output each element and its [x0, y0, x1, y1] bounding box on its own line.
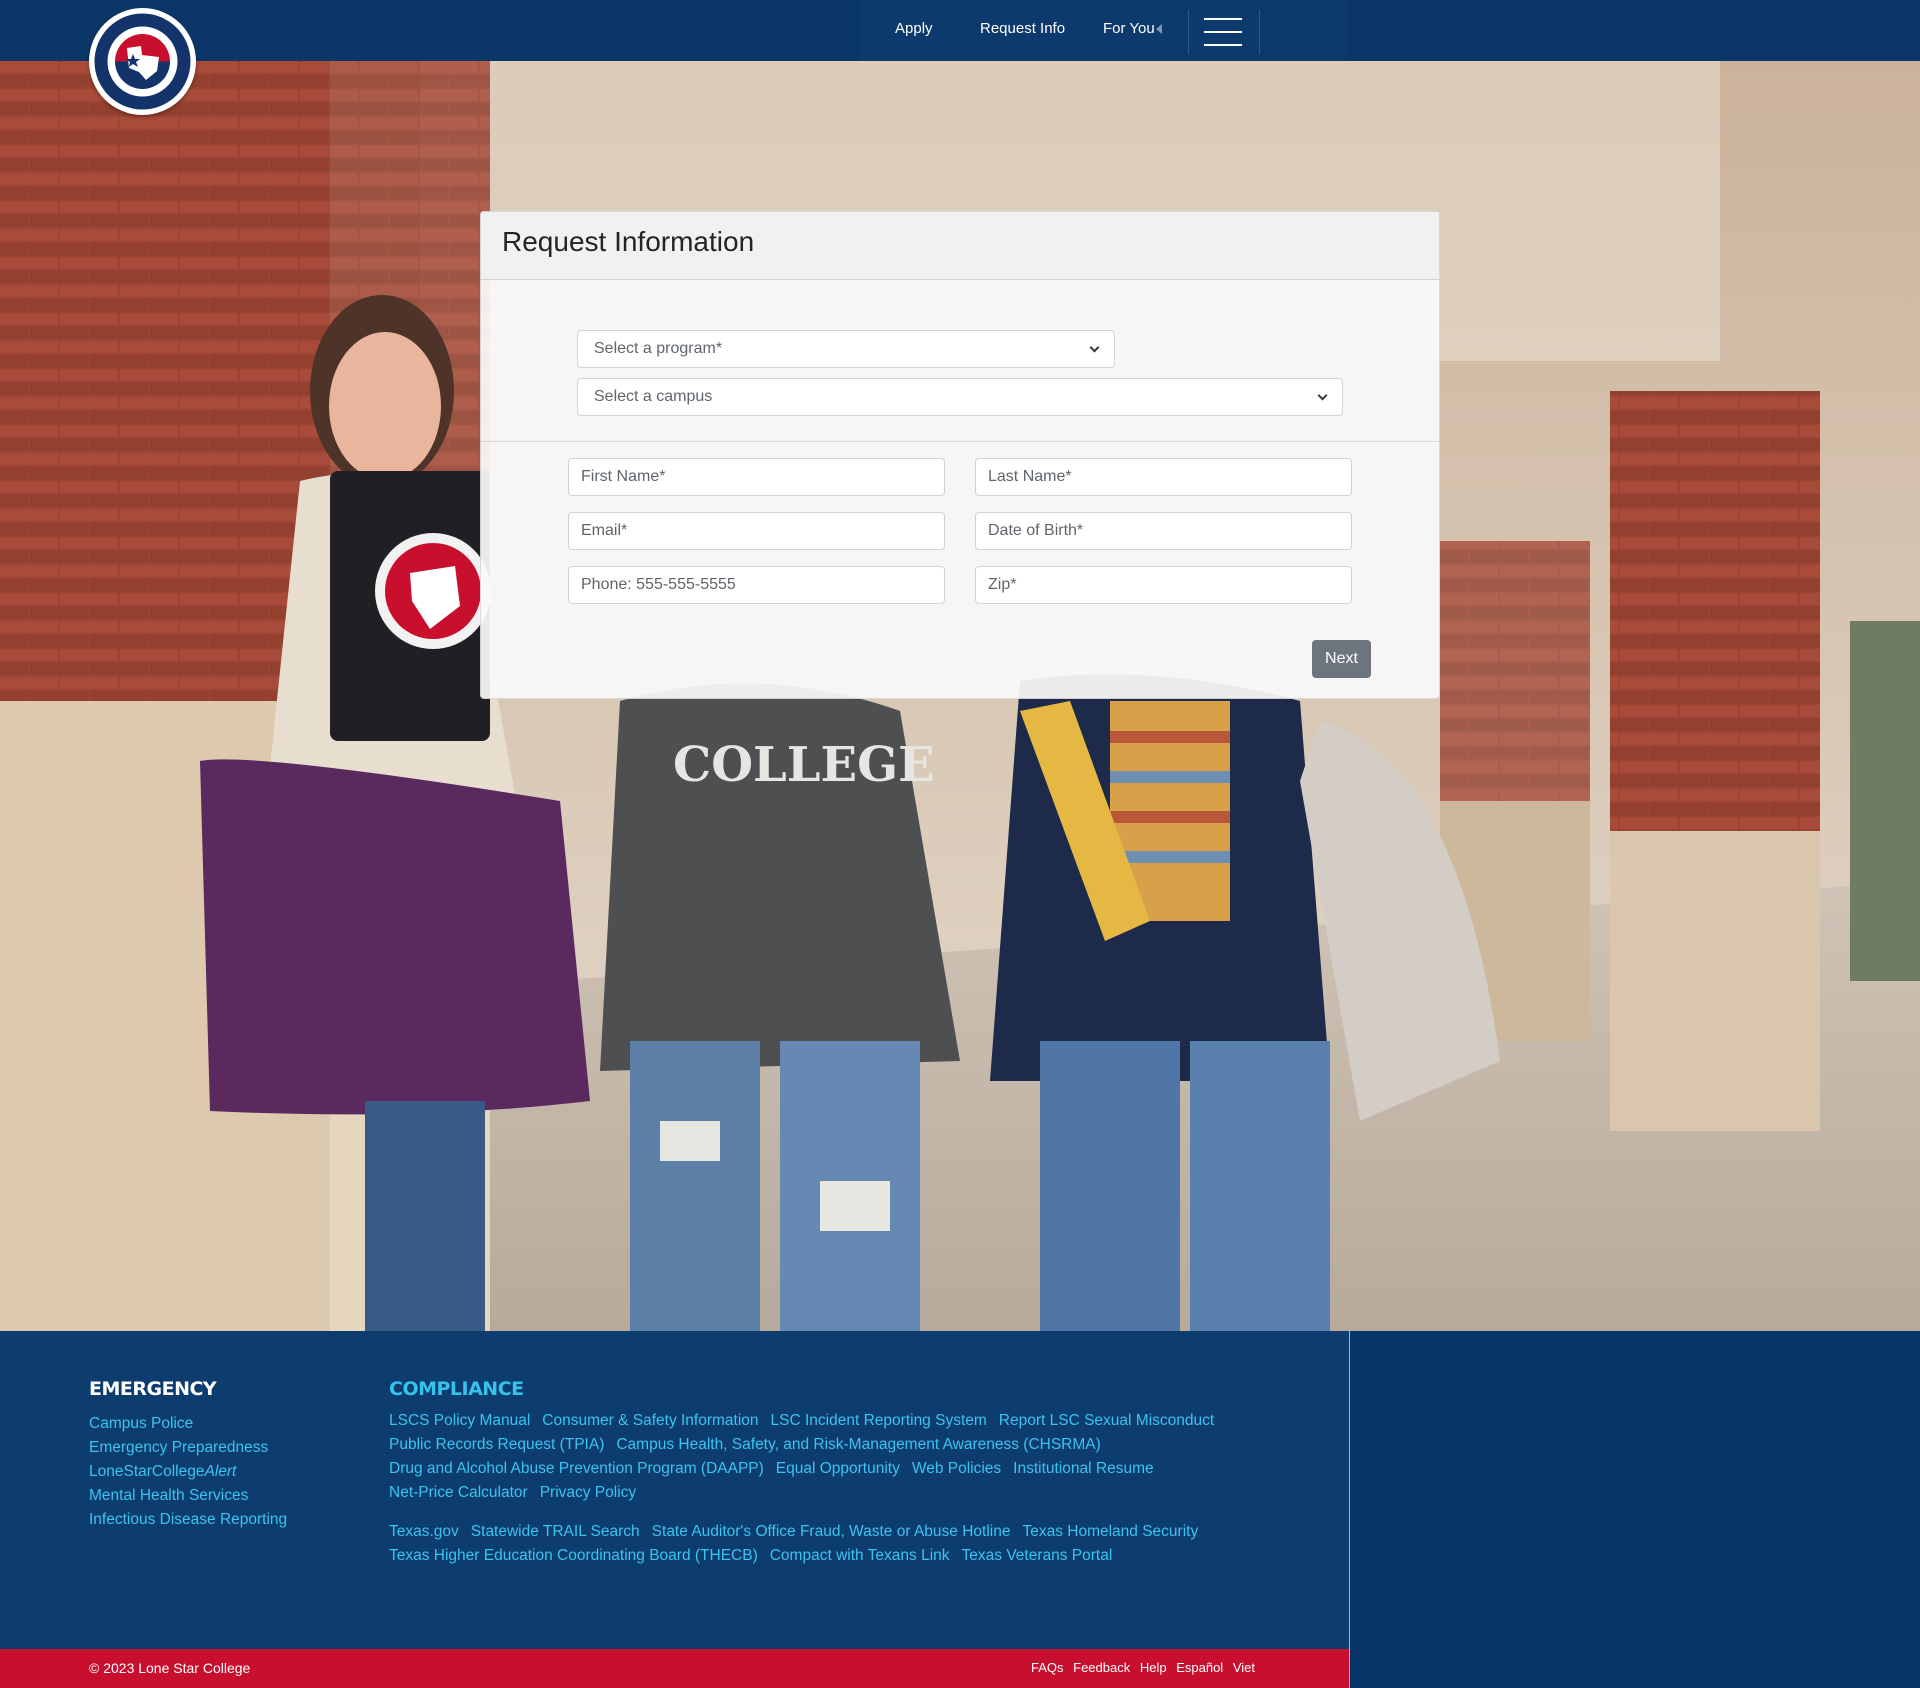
footer-link-infectious-disease[interactable]: Infectious Disease Reporting [89, 1511, 287, 1528]
date-of-birth-field[interactable]: Date of Birth* [975, 512, 1352, 550]
compliance-row: Drug and Alcohol Abuse Prevention Progra… [389, 1460, 1166, 1478]
footer-link[interactable]: Texas Homeland Security [1022, 1523, 1198, 1540]
nav-link-apply[interactable]: Apply [895, 20, 933, 37]
footer-link[interactable]: Net-Price Calculator [389, 1484, 528, 1501]
card-header: Request Information [481, 212, 1439, 280]
page-title: Request Information [502, 226, 755, 257]
bottom-link-espanol[interactable]: Español [1176, 1660, 1223, 1675]
nav-link-request-info[interactable]: Request Info [980, 20, 1065, 37]
lsc-alert-suffix: Alert [204, 1463, 237, 1480]
logo-seal-icon [91, 10, 194, 113]
bottom-link-faqs[interactable]: FAQs [1031, 1660, 1064, 1675]
footer-link[interactable]: Equal Opportunity [776, 1460, 900, 1477]
bottom-link-help[interactable]: Help [1140, 1660, 1167, 1675]
college-logo[interactable] [89, 8, 196, 115]
copyright-bar: © 2023 Lone Star College FAQs Feedback H… [0, 1649, 1349, 1688]
compliance-row: LSCS Policy Manual Consumer & Safety Info… [389, 1412, 1226, 1430]
emergency-links: Campus Police Emergency Preparedness Lon… [89, 1412, 287, 1532]
next-button[interactable]: Next [1312, 640, 1371, 678]
copyright-text: © 2023 Lone Star College [89, 1660, 251, 1676]
form-divider [481, 441, 1439, 442]
state-links-row: Texas.gov Statewide TRAIL Search State Aud… [389, 1523, 1210, 1541]
footer-link[interactable]: Texas Higher Education Coordinating Boar… [389, 1547, 758, 1564]
last-name-placeholder: Last Name* [988, 468, 1072, 485]
footer-link[interactable]: Statewide TRAIL Search [471, 1523, 640, 1540]
footer-link[interactable]: Institutional Resume [1013, 1460, 1153, 1477]
footer-link[interactable]: Campus Health, Safety, and Risk-Manageme… [616, 1436, 1100, 1453]
footer-link[interactable]: Texas.gov [389, 1523, 459, 1540]
campus-select[interactable]: Select a campus [577, 378, 1343, 416]
footer-link-campus-police[interactable]: Campus Police [89, 1415, 193, 1432]
footer-link[interactable]: Privacy Policy [540, 1484, 636, 1501]
footer-link-lsc-alert[interactable]: LoneStarCollegeAlert [89, 1463, 236, 1480]
top-navigation-bar: Apply Request Info For You [0, 0, 1920, 61]
footer-link-emergency-preparedness[interactable]: Emergency Preparedness [89, 1439, 268, 1456]
footer-link[interactable]: LSC Incident Reporting System [771, 1412, 987, 1429]
nav-divider [1188, 10, 1189, 54]
compliance-row: Public Records Request (TPIA) Campus Heal… [389, 1436, 1113, 1454]
email-placeholder: Email* [581, 522, 628, 539]
chevron-down-icon [1089, 342, 1100, 352]
program-select[interactable]: Select a program* [577, 330, 1115, 368]
footer-link[interactable]: Public Records Request (TPIA) [389, 1436, 604, 1453]
bottom-link-feedback[interactable]: Feedback [1073, 1660, 1130, 1675]
nav-link-for-you[interactable]: For You [1103, 20, 1155, 37]
campus-select-value: Select a campus [594, 388, 713, 405]
lsc-alert-label: LoneStarCollege [89, 1463, 205, 1480]
first-name-field[interactable]: First Name* [568, 458, 945, 496]
request-info-form-card: Request Information Select a program* Se… [480, 211, 1440, 699]
first-name-placeholder: First Name* [581, 468, 666, 485]
footer-link[interactable]: Drug and Alcohol Abuse Prevention Progra… [389, 1460, 764, 1477]
footer-link[interactable]: Texas Veterans Portal [962, 1547, 1113, 1564]
footer-link[interactable]: Compact with Texans Link [770, 1547, 950, 1564]
email-field[interactable]: Email* [568, 512, 945, 550]
footer-link[interactable]: State Auditor's Office Fraud, Waste or A… [652, 1523, 1011, 1540]
footer-link[interactable]: LSCS Policy Manual [389, 1412, 530, 1429]
program-select-value: Select a program* [594, 340, 723, 357]
emergency-heading: EMERGENCY [89, 1378, 217, 1400]
bottom-link-viet[interactable]: Viet [1233, 1660, 1255, 1675]
phone-field[interactable]: Phone: 555-555-5555 [568, 566, 945, 604]
chevron-down-icon [1317, 390, 1328, 400]
hamburger-menu-icon[interactable] [1204, 18, 1242, 46]
footer-link-mental-health[interactable]: Mental Health Services [89, 1487, 248, 1504]
footer-link[interactable]: Web Policies [912, 1460, 1001, 1477]
last-name-field[interactable]: Last Name* [975, 458, 1352, 496]
bottom-links: FAQs Feedback Help Español Viet [1025, 1660, 1255, 1675]
footer-link[interactable]: Consumer & Safety Information [542, 1412, 758, 1429]
footer-side-panel [1349, 1331, 1920, 1688]
zip-placeholder: Zip* [988, 576, 1017, 593]
caret-left-icon[interactable] [1156, 24, 1162, 34]
date-of-birth-placeholder: Date of Birth* [988, 522, 1084, 539]
shirt-text: COLLEGE [673, 737, 935, 793]
phone-placeholder: Phone: 555-555-5555 [581, 576, 736, 593]
zip-field[interactable]: Zip* [975, 566, 1352, 604]
compliance-heading: COMPLIANCE [389, 1378, 524, 1400]
footer-link[interactable]: Report LSC Sexual Misconduct [999, 1412, 1214, 1429]
nav-divider [1259, 10, 1260, 54]
footer: EMERGENCY COMPLIANCE Campus Police Emerg… [0, 1331, 1349, 1649]
state-links-row: Texas Higher Education Coordinating Boar… [389, 1547, 1124, 1565]
compliance-row: Net-Price Calculator Privacy Policy [389, 1484, 648, 1502]
